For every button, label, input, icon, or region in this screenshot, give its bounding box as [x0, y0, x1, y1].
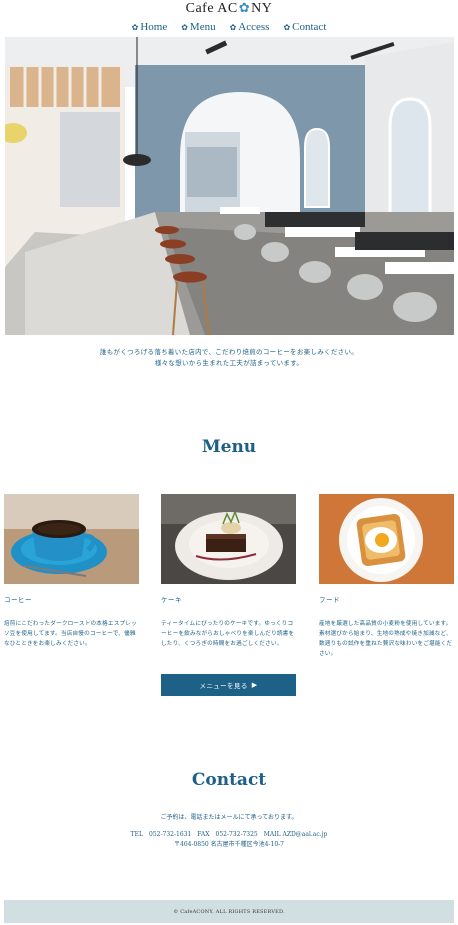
menu-item-desc: ティータイムにぴったりのケーキです。ゆっくりコーヒーを飲みながらおしゃべりを楽し… [161, 621, 295, 647]
nav-menu[interactable]: ✿ Menu [181, 21, 215, 33]
menu-item-desc: 焙煎にこだわったダークローストの本格エスプレッソ豆を使用してます。当店自慢のコー… [4, 621, 137, 647]
nav-access[interactable]: ✿ Access [230, 21, 270, 33]
coffee-image [4, 494, 139, 584]
toast-image [319, 494, 454, 584]
flower-icon: ✿ [229, 22, 237, 32]
menu-heading: Menu [201, 437, 257, 457]
logo-flower-icon: ✿ [238, 0, 251, 15]
menu-item-desc: 産地を厳選した高品質の小麦粉を使用しています。 素材選びから始まり、生地の熟成や… [319, 621, 455, 657]
hero-image [5, 37, 454, 335]
play-arrow-icon: ▶ [251, 681, 258, 689]
view-menu-label: メニューを見る [199, 682, 248, 690]
contact-heading: Contact [191, 770, 267, 790]
flower-icon: ✿ [181, 22, 188, 32]
nav-menu-label: Menu [189, 21, 216, 33]
contact-lead: ご予約は、電話またはメールにて承っております。 [160, 814, 298, 821]
intro-text: 誰もがくつろげる落ち着いた店内で、こだわり焙煎のコーヒーをお楽しみください。 様… [0, 347, 458, 369]
site-header: Cafe AC✿NY ✿ Home ✿ Menu ✿ Access ✿ Cont… [0, 0, 458, 36]
menu-item-name: ケーキ [161, 596, 182, 604]
menu-item-name: フード [319, 596, 340, 604]
cake-image [161, 494, 296, 584]
nav-contact[interactable]: ✿ Contact [283, 21, 326, 33]
menu-item-name: コーヒー [4, 596, 32, 604]
intro-line-1: 誰もがくつろげる落ち着いた店内で、こだわり焙煎のコーヒーをお楽しみください。 [99, 348, 359, 356]
main-nav: ✿ Home ✿ Menu ✿ Access ✿ Contact [0, 21, 458, 33]
view-menu-button[interactable]: メニューを見る ▶ [161, 674, 296, 696]
logo-text-left: Cafe AC [185, 1, 238, 16]
site-footer: © CafeACONY, ALL RIGHTS RESERVED. [4, 900, 454, 923]
nav-home-label: Home [140, 21, 168, 33]
nav-access-label: Access [238, 21, 270, 33]
intro-line-2: 様々な想いから生まれた工夫が詰まっています。 [154, 359, 304, 367]
flower-icon: ✿ [131, 22, 139, 32]
logo-text-right: NY [251, 1, 273, 16]
nav-home[interactable]: ✿ Home [132, 21, 168, 33]
nav-contact-label: Contact [292, 21, 327, 33]
contact-phone-mail: TEL 052-732-1631 FAX 052-732-7325 MAIL A… [130, 831, 328, 838]
site-logo[interactable]: Cafe AC✿NY [0, 0, 458, 17]
flower-icon: ✿ [283, 22, 291, 32]
contact-address: 〒464-0850 名古屋市千種区今池4-10-7 [174, 841, 284, 848]
copyright-text: © CafeACONY, ALL RIGHTS RESERVED. [173, 908, 285, 915]
